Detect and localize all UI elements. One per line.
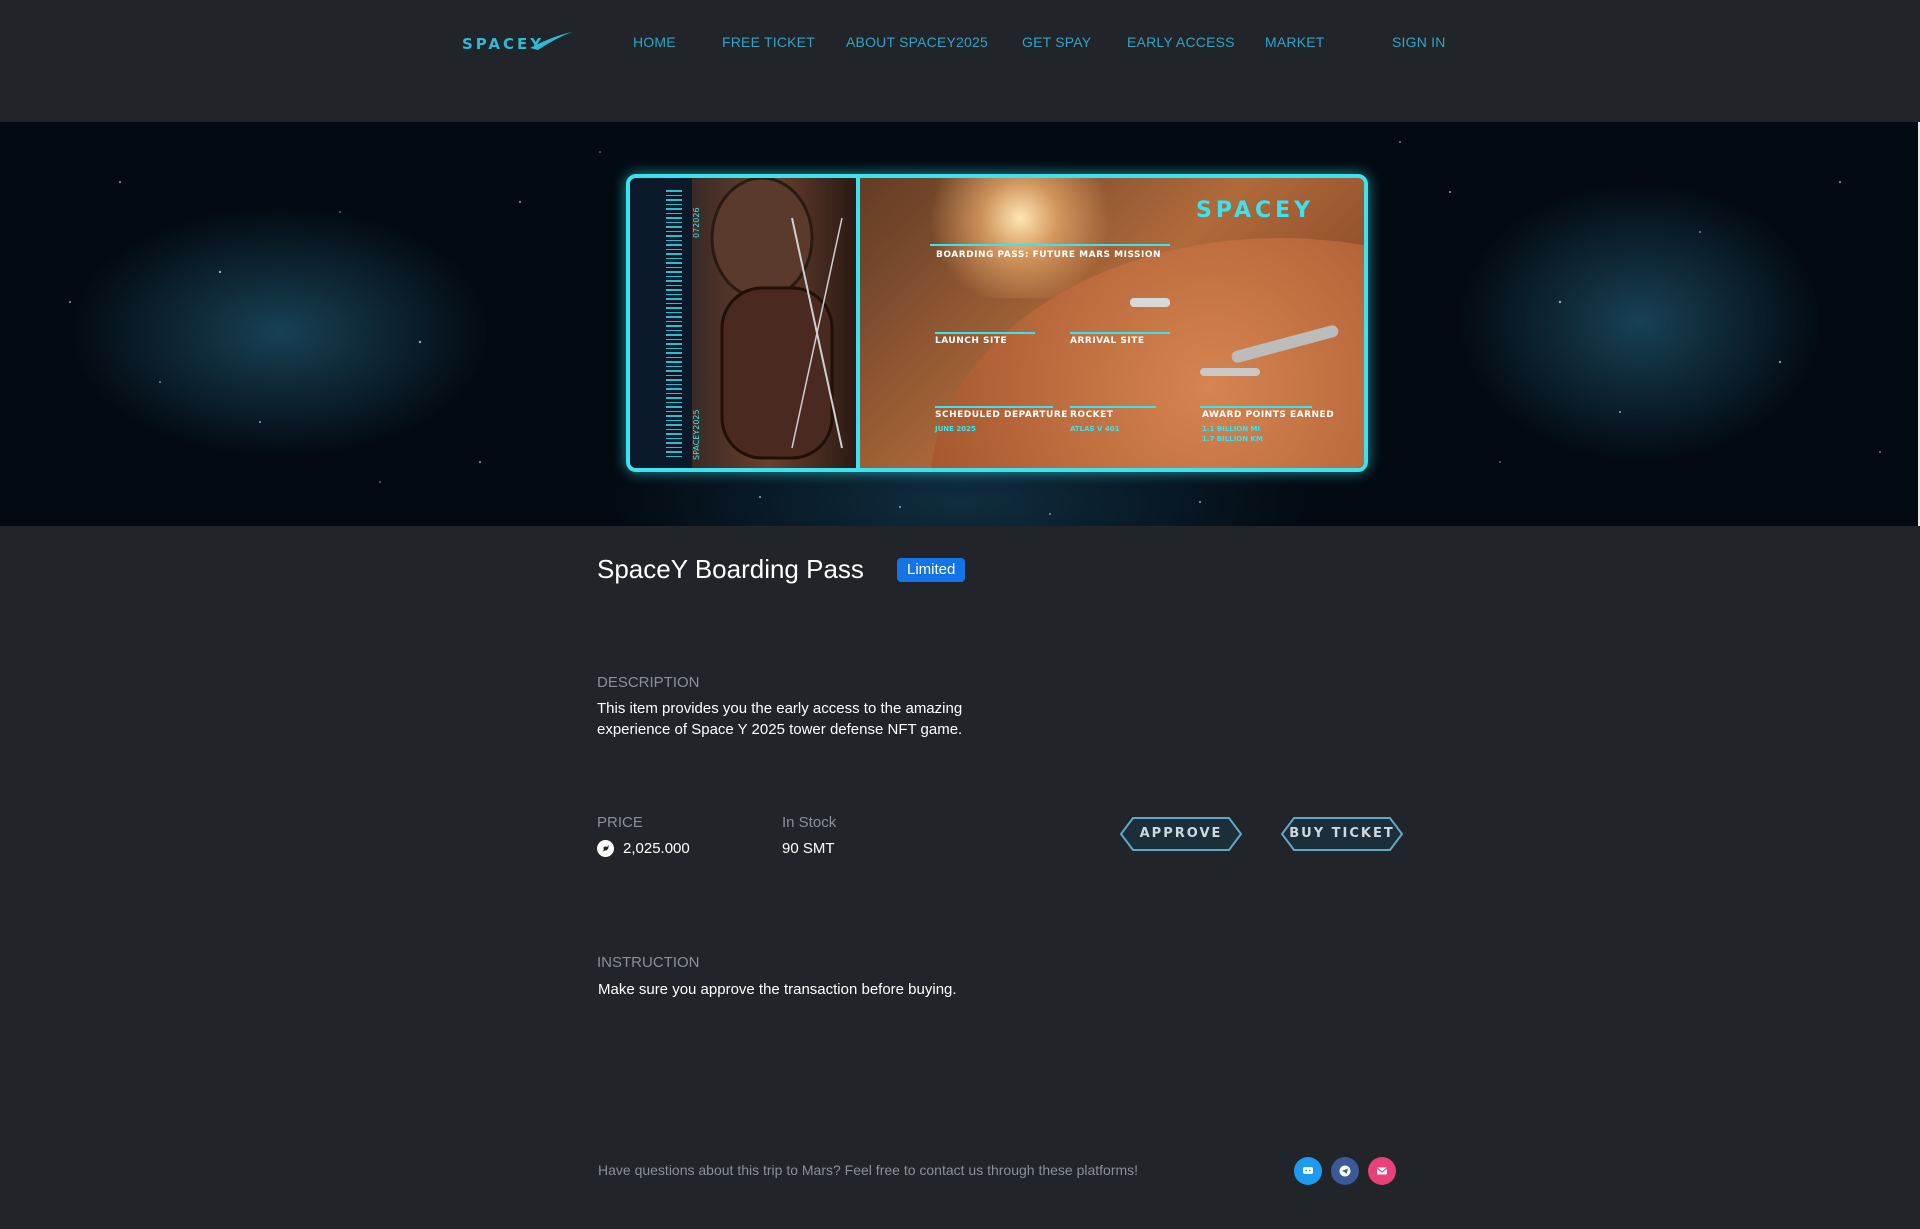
description-line-2: experience of Space Y 2025 tower defense… bbox=[597, 721, 963, 738]
nav-early-access[interactable]: EARLY ACCESS bbox=[1127, 34, 1235, 50]
svg-text:SPACEY: SPACEY bbox=[462, 35, 544, 53]
stock-value: 90 SMT bbox=[782, 840, 835, 857]
boarding-pass-image: 072026 SPACEY2025 SPACEY BOARDING PASS: … bbox=[626, 174, 1368, 472]
buy-ticket-button[interactable]: BUY TICKET bbox=[1280, 816, 1404, 852]
price-label: PRICE bbox=[597, 814, 643, 831]
instruction-text: Make sure you approve the transaction be… bbox=[598, 981, 957, 998]
email-icon[interactable] bbox=[1368, 1157, 1396, 1185]
instruction-label: INSTRUCTION bbox=[597, 954, 700, 971]
contact-text: Have questions about this trip to Mars? … bbox=[598, 1162, 1139, 1178]
nav-get-spay[interactable]: GET SPAY bbox=[1022, 34, 1091, 50]
ticket-departure-value: JUNE 2025 bbox=[935, 425, 976, 433]
sign-in-link[interactable]: SIGN IN bbox=[1392, 34, 1446, 50]
ticket-departure-label: SCHEDULED DEPARTURE bbox=[935, 410, 1068, 420]
nav-about[interactable]: ABOUT SPACEY2025 bbox=[846, 34, 988, 50]
ticket-award-mi: 1.1 BILLION MI bbox=[1202, 425, 1261, 433]
ticket-rocket-label: ROCKET bbox=[1070, 410, 1114, 420]
top-nav: SPACEY HOME FREE TICKET ABOUT SPACEY2025… bbox=[0, 0, 1920, 122]
limited-badge: Limited bbox=[897, 558, 966, 582]
ticket-launch-site: LAUNCH SITE bbox=[935, 336, 1008, 346]
nav-home[interactable]: HOME bbox=[633, 34, 676, 50]
description-label: DESCRIPTION bbox=[597, 674, 700, 691]
ticket-award-label: AWARD POINTS EARNED bbox=[1202, 410, 1335, 420]
hero-banner: 072026 SPACEY2025 SPACEY BOARDING PASS: … bbox=[0, 122, 1918, 526]
spacey-logo[interactable]: SPACEY bbox=[458, 28, 574, 58]
telegram-icon[interactable] bbox=[1331, 1157, 1359, 1185]
nav-free-ticket[interactable]: FREE TICKET bbox=[722, 34, 815, 50]
discord-icon[interactable] bbox=[1294, 1157, 1322, 1185]
ticket-heading: BOARDING PASS: FUTURE MARS MISSION bbox=[936, 250, 1162, 260]
ticket-rocket-value: ATLAS V 401 bbox=[1070, 425, 1120, 433]
price-value: 2,025.000 bbox=[623, 840, 690, 857]
nav-market[interactable]: MARKET bbox=[1265, 34, 1325, 50]
ticket-logo: SPACEY bbox=[1196, 198, 1315, 223]
product-title: SpaceY Boarding Pass bbox=[597, 554, 864, 584]
description-line-1: This item provides you the early access … bbox=[597, 700, 963, 717]
ticket-award-km: 1.7 BILLION KM bbox=[1202, 435, 1263, 443]
spay-coin-icon bbox=[597, 840, 614, 857]
stock-label: In Stock bbox=[782, 814, 837, 831]
barcode bbox=[666, 190, 682, 460]
ticket-stub: 072026 SPACEY2025 bbox=[630, 178, 860, 468]
approve-button[interactable]: APPROVE bbox=[1119, 816, 1243, 852]
